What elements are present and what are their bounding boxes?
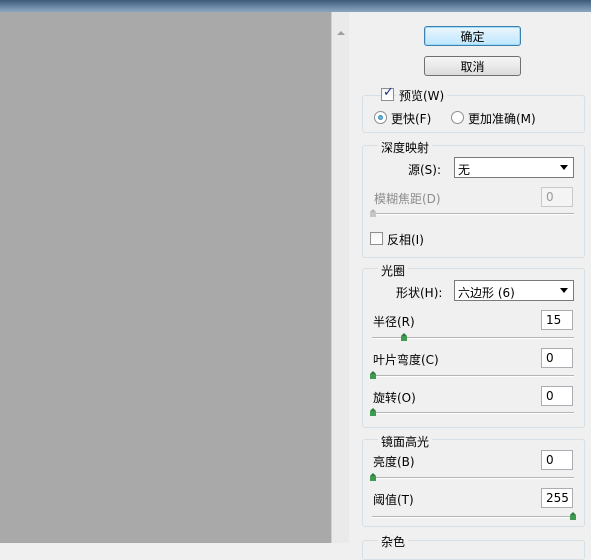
invert-label: 反相(I) bbox=[387, 233, 424, 247]
window-title-bar bbox=[0, 0, 591, 12]
faster-radio[interactable] bbox=[374, 111, 387, 124]
source-label: 源(S): bbox=[408, 163, 442, 177]
cancel-button[interactable]: 取消 bbox=[424, 56, 521, 76]
noise-title: 杂色 bbox=[378, 533, 409, 550]
shape-select[interactable]: 六边形 (6) bbox=[454, 280, 574, 301]
rotation-input[interactable]: 0 bbox=[541, 386, 573, 406]
brightness-slider-thumb[interactable] bbox=[370, 473, 376, 481]
more-accurate-label: 更加准确(M) bbox=[468, 112, 536, 126]
threshold-slider-thumb[interactable] bbox=[570, 512, 576, 520]
iris-title: 光圈 bbox=[378, 262, 409, 279]
preview-canvas[interactable] bbox=[0, 12, 331, 543]
blade-curvature-slider-track[interactable] bbox=[372, 375, 574, 377]
radius-input[interactable]: 15 bbox=[541, 310, 573, 330]
threshold-label: 阈值(T) bbox=[373, 493, 414, 507]
threshold-slider-track[interactable] bbox=[372, 516, 574, 518]
brightness-input[interactable]: 0 bbox=[541, 450, 573, 470]
rotation-slider-thumb[interactable] bbox=[370, 408, 376, 416]
specular-highlights-title: 镜面高光 bbox=[378, 433, 433, 450]
dropdown-arrow-icon bbox=[560, 165, 568, 170]
checkmark-icon: ✓ bbox=[383, 85, 394, 100]
preview-checkbox[interactable]: ✓ bbox=[381, 85, 394, 101]
threshold-input[interactable]: 255 bbox=[541, 488, 573, 508]
more-accurate-radio[interactable] bbox=[451, 111, 464, 124]
shape-label: 形状(H): bbox=[396, 286, 443, 300]
radius-slider-thumb[interactable] bbox=[401, 333, 407, 341]
source-select-value: 无 bbox=[458, 163, 471, 177]
blade-curvature-input[interactable]: 0 bbox=[541, 348, 573, 368]
radio-selected-dot bbox=[378, 115, 383, 120]
faster-label: 更快(F) bbox=[391, 112, 432, 126]
blur-focal-input[interactable]: 0 bbox=[541, 187, 573, 207]
blade-curvature-slider-thumb[interactable] bbox=[370, 371, 376, 379]
scroll-up-arrow-icon[interactable] bbox=[337, 31, 345, 35]
brightness-label: 亮度(B) bbox=[373, 455, 415, 469]
preview-label: 预览(W) bbox=[396, 87, 448, 104]
dropdown-arrow-icon bbox=[560, 288, 568, 293]
ok-button[interactable]: 确定 bbox=[424, 26, 521, 46]
rotation-slider-track[interactable] bbox=[372, 412, 574, 414]
shape-select-value: 六边形 (6) bbox=[458, 286, 515, 300]
blur-focal-label: 模糊焦距(D) bbox=[374, 192, 441, 206]
source-select[interactable]: 无 bbox=[454, 157, 574, 178]
blur-focal-slider-track[interactable] bbox=[372, 213, 574, 215]
preview-vertical-scrollbar[interactable] bbox=[331, 12, 349, 543]
radius-label: 半径(R) bbox=[373, 315, 415, 329]
blade-curvature-label: 叶片弯度(C) bbox=[373, 353, 439, 367]
brightness-slider-track[interactable] bbox=[372, 477, 574, 479]
invert-checkbox[interactable] bbox=[370, 232, 383, 245]
depth-map-title: 深度映射 bbox=[378, 139, 433, 156]
blur-focal-slider-thumb[interactable] bbox=[370, 209, 376, 217]
rotation-label: 旋转(O) bbox=[373, 391, 416, 405]
